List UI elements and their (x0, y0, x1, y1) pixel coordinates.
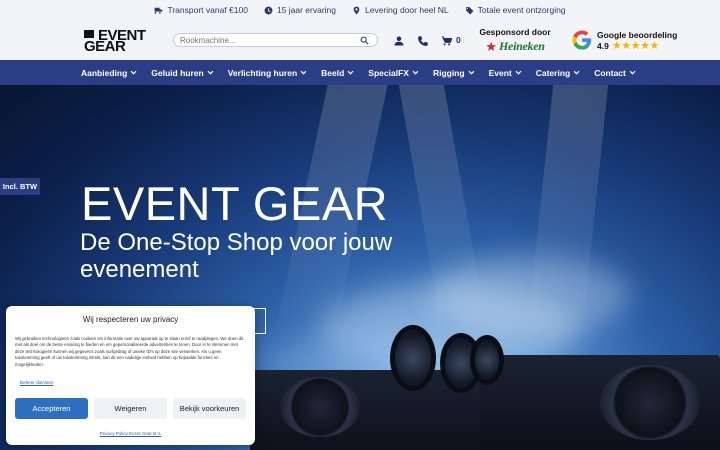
smoke (430, 255, 630, 335)
dj-platter (280, 377, 360, 437)
logo-mark (84, 30, 94, 38)
event-gear-logo[interactable]: EVENT GEAR (84, 26, 154, 54)
sponsor-label: Gesponsord door (479, 27, 551, 37)
chevron-down-icon (629, 70, 636, 75)
usp-text: Totale event ontzorging (477, 5, 566, 15)
nav-item-contact[interactable]: Contact (594, 68, 636, 78)
nav-item-label: SpecialFX (368, 67, 409, 78)
nav-item-event[interactable]: Event (489, 68, 522, 78)
accept-button[interactable]: Accepteren (15, 398, 88, 419)
nav-item-label: Rigging (432, 67, 465, 78)
privacy-policy-link[interactable]: Privacy Policy Event Gear B.V. (6, 431, 255, 436)
nav-item-label: Verlichting huren (227, 67, 298, 78)
usp-experience: 15 jaar ervaring (264, 5, 336, 15)
nav-item-rigging[interactable]: Rigging (433, 68, 475, 78)
search-bar (173, 33, 378, 47)
nav-item-label: Catering (535, 67, 571, 78)
location-pin-icon (353, 6, 360, 14)
vat-badge[interactable]: Incl. BTW (0, 178, 40, 195)
headphones (390, 325, 436, 391)
usp-transport: Transport vanaf €100 (154, 5, 248, 15)
rating-stars-icon: ★★★★★ (612, 40, 659, 52)
nav-item-catering[interactable]: Catering (536, 68, 580, 78)
headphones (470, 335, 504, 385)
preferences-button[interactable]: Bekijk voorkeuren (173, 398, 246, 419)
dj-platter (600, 365, 700, 440)
truck-icon (155, 7, 163, 14)
chevron-down-icon (412, 70, 419, 75)
chevron-down-icon (300, 70, 307, 75)
google-score: 4.9 (597, 41, 609, 51)
account-icon[interactable] (393, 34, 405, 46)
nav-item-aanbieding[interactable]: Aanbieding (81, 68, 137, 78)
cart-count[interactable]: 0 (456, 35, 461, 45)
search-icon[interactable] (360, 36, 369, 45)
chevron-down-icon (515, 70, 522, 75)
usp-text: Transport vanaf €100 (167, 5, 248, 15)
nav-item-beeld[interactable]: Beeld (321, 68, 354, 78)
main-nav: Aanbieding Geluid huren Verlichting huren B… (0, 60, 720, 85)
nav-item-label: Beeld (321, 67, 345, 78)
manage-services-link[interactable]: Beheer diensten (20, 380, 53, 385)
cookie-title: Wij respecteren uw privacy (82, 315, 179, 324)
usp-delivery: Levering door heel NL (352, 5, 449, 15)
nav-item-verlichting-huren[interactable]: Verlichting huren (228, 68, 307, 78)
chevron-down-icon (573, 70, 580, 75)
nav-item-label: Contact (594, 67, 626, 78)
tag-icon (465, 6, 474, 14)
usp-bar: Transport vanaf €100 15 jaar ervaring Le… (0, 0, 720, 20)
usp-text: Levering door heel NL (365, 5, 449, 15)
usp-service: Totale event ontzorging (465, 5, 566, 15)
cookie-consent-dialog: Wij respecteren uw privacy Wij gebruiken… (6, 306, 255, 445)
site-header: EVENT GEAR 0 Gesponsord door ★ Heineken … (0, 20, 720, 60)
chevron-down-icon (347, 70, 354, 75)
nav-item-label: Event (488, 67, 512, 78)
cart-icon[interactable] (441, 34, 453, 46)
red-star-icon: ★ (485, 39, 498, 54)
google-g-icon (572, 30, 592, 50)
chevron-down-icon (468, 70, 474, 75)
sponsor-block: Gesponsord door ★ Heineken (478, 27, 552, 55)
chevron-down-icon (130, 70, 137, 75)
search-input[interactable] (180, 35, 360, 45)
logo-line2: GEAR (84, 38, 126, 55)
hero-subtitle: De One-Stop Shop voor jouw evenement (80, 229, 393, 283)
phone-icon[interactable] (417, 34, 429, 46)
hero-title: EVENT GEAR (81, 177, 389, 230)
deny-button[interactable]: Weigeren (94, 398, 167, 419)
google-rating[interactable]: Google beoordeling 4.9 ★★★★★ (571, 29, 681, 53)
nav-item-specialfx[interactable]: SpecialFX (368, 68, 419, 78)
usp-text: 15 jaar ervaring (276, 5, 336, 15)
cookie-text: Wij gebruiken technologieën zoals cookie… (15, 336, 244, 367)
heineken-logo: ★ Heineken (478, 39, 552, 54)
nav-item-label: Geluid huren (151, 67, 204, 78)
chevron-down-icon (207, 70, 214, 75)
nav-item-geluid-huren[interactable]: Geluid huren (151, 67, 214, 78)
sponsor-name: Heineken (499, 39, 545, 53)
nav-item-label: Aanbieding (81, 67, 128, 78)
clock-icon (264, 6, 273, 14)
